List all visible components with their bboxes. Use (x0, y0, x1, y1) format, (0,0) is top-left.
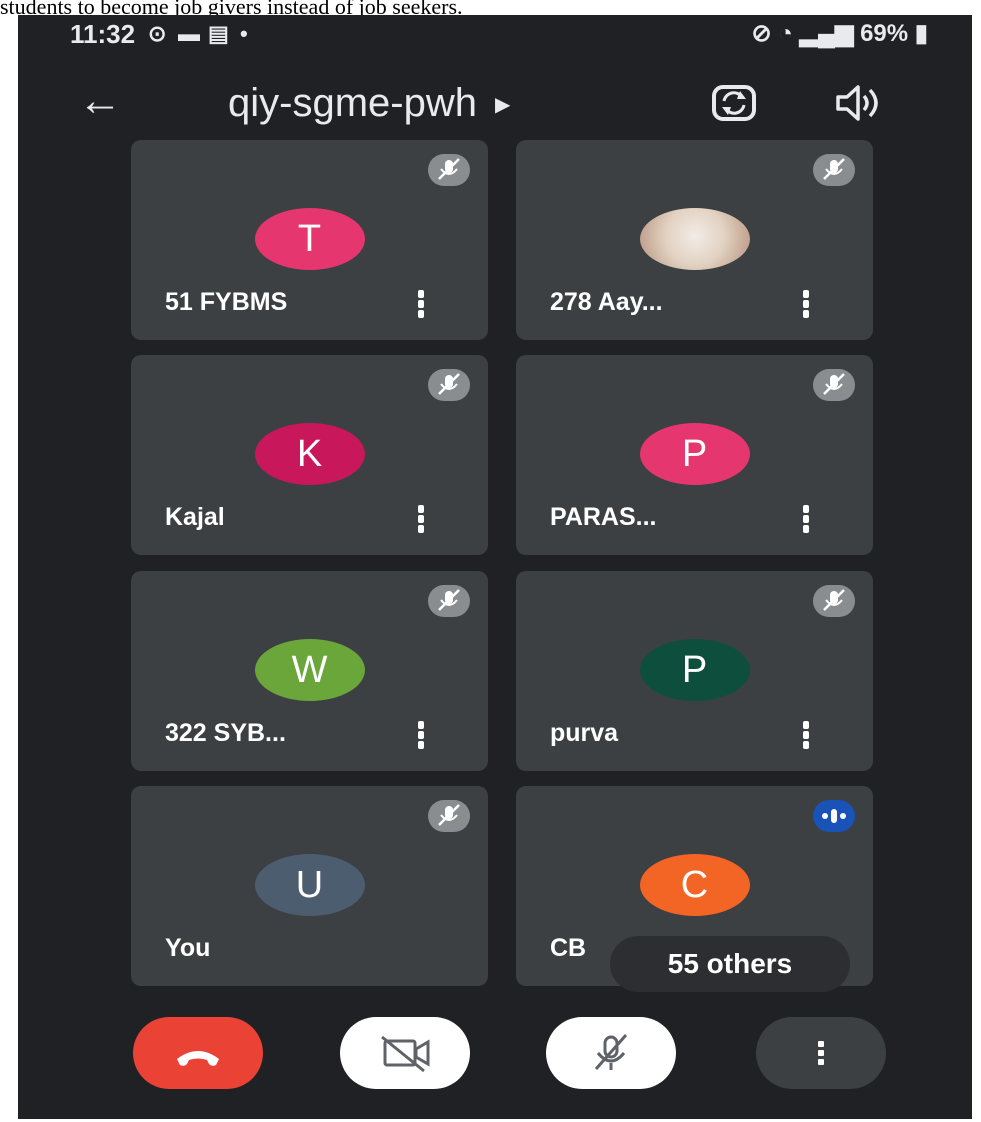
avatar: P (639, 423, 750, 485)
participant-name: PARAS... (550, 503, 657, 531)
participant-name: CB (550, 934, 587, 962)
participant-tile[interactable]: T 51 FYBMS (131, 140, 488, 340)
meet-call-screen: 11:32 ⊙ ▬ ▤ • ⊘ ◔ ▂▄▆ 69% ▮ ← qiy-sgme-p… (18, 15, 972, 1119)
status-time: 11:32 (70, 19, 136, 49)
mic-off-icon (428, 585, 470, 617)
avatar-photo (639, 208, 750, 270)
participant-name: 322 SYB... (165, 719, 286, 747)
mic-toggle-button[interactable] (546, 1017, 676, 1089)
more-options-button[interactable] (756, 1017, 886, 1089)
avatar: C (639, 854, 750, 916)
more-vert-icon[interactable] (416, 717, 426, 753)
more-vert-icon[interactable] (801, 501, 811, 537)
back-arrow-icon[interactable]: ← (78, 79, 122, 123)
participant-tile[interactable]: P purva (516, 571, 873, 771)
video-notification-icon: ▬ (178, 21, 200, 46)
mic-off-icon (428, 369, 470, 401)
signal-icons: ⊘ ◔ ▂▄▆ (751, 20, 861, 47)
more-vert-icon[interactable] (416, 501, 426, 537)
more-notifications-icon: • (240, 21, 248, 46)
hotspot-icon: ⊙ (148, 21, 167, 46)
meeting-code-button[interactable]: qiy-sgme-pwh ▶ (228, 79, 510, 129)
avatar: P (639, 639, 750, 701)
more-vert-icon[interactable] (416, 286, 426, 322)
speaking-indicator-icon (813, 800, 855, 832)
others-chip[interactable]: 55 others (610, 936, 850, 992)
mic-off-icon (428, 154, 470, 186)
battery-level: 69% (860, 20, 909, 47)
call-header: ← qiy-sgme-pwh ▶ (18, 71, 972, 141)
video-off-icon (381, 1035, 430, 1073)
mic-off-icon (813, 369, 855, 401)
meeting-code: qiy-sgme-pwh (228, 81, 477, 125)
more-vert-icon (818, 1041, 824, 1065)
more-vert-icon[interactable] (801, 286, 811, 322)
status-bar: 11:32 ⊙ ▬ ▤ • ⊘ ◔ ▂▄▆ 69% ▮ (18, 15, 972, 51)
participant-name: 278 Aay... (550, 288, 663, 316)
mic-off-icon (813, 585, 855, 617)
mic-off-icon (594, 1034, 628, 1070)
participant-tile[interactable]: W 322 SYB... (131, 571, 488, 771)
hang-up-icon (177, 1051, 219, 1066)
avatar: W (254, 639, 365, 701)
more-vert-icon[interactable] (801, 717, 811, 753)
speaker-icon[interactable] (834, 83, 882, 123)
avatar: T (254, 208, 365, 270)
participant-tile[interactable]: K Kajal (131, 355, 488, 555)
participant-tile[interactable]: 278 Aay... (516, 140, 873, 340)
participant-name: 51 FYBMS (165, 288, 288, 316)
mic-off-icon (813, 154, 855, 186)
participant-name: You (165, 934, 211, 962)
participant-name: purva (550, 719, 619, 747)
participant-tile[interactable]: P PARAS... (516, 355, 873, 555)
avatar: K (254, 423, 365, 485)
gallery-notification-icon: ▤ (208, 21, 229, 46)
end-call-button[interactable] (133, 1017, 263, 1089)
participant-name: Kajal (165, 503, 225, 531)
camera-toggle-button[interactable] (340, 1017, 470, 1089)
triangle-right-icon: ▶ (494, 94, 511, 117)
mic-off-icon (428, 800, 470, 832)
switch-camera-icon[interactable] (708, 77, 760, 129)
participant-tile-self[interactable]: U You (131, 786, 488, 986)
battery-icon: ▮ (908, 20, 928, 47)
avatar: U (254, 854, 365, 916)
status-right: ⊘ ◔ ▂▄▆ 69% ▮ (752, 19, 928, 48)
page-caption: students to become job givers instead of… (0, 0, 463, 16)
